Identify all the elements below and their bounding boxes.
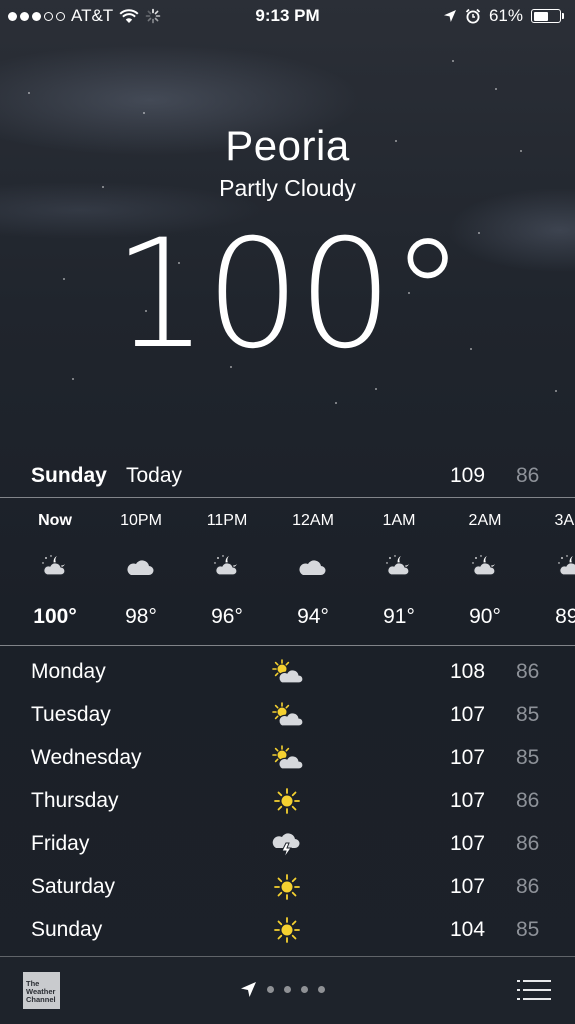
partly-sunny-icon (272, 702, 304, 727)
partly-sunny-icon (272, 745, 304, 770)
city-name: Peoria (225, 122, 350, 169)
partly-cloudy-night-icon (472, 555, 496, 576)
hour-time: Now (38, 512, 72, 529)
sunny-icon (274, 874, 300, 900)
cloudy-icon (127, 560, 154, 575)
today-high: 109 (450, 464, 486, 487)
day-name: Thursday (31, 789, 119, 812)
partly-cloudy-night-icon (386, 555, 410, 576)
current-condition: Partly Cloudy (219, 175, 356, 201)
logo-line: Channel (26, 995, 56, 1004)
hour-time: 2AM (468, 512, 502, 529)
day-high: 104 (450, 918, 486, 941)
day-low: 85 (516, 746, 540, 769)
page-dot (284, 986, 291, 993)
hour-temp: 91° (383, 605, 415, 628)
daily-row: Saturday 107 86 (0, 865, 575, 908)
hour-time: 12AM (292, 512, 334, 529)
hourly-forecast-strip[interactable]: Now 100° 10PM 98° 11PM 96° 12AM 94° 1AM (0, 498, 575, 644)
day-high: 108 (450, 660, 486, 683)
day-low: 86 (516, 875, 540, 898)
current-temperature: 100° (112, 208, 465, 382)
day-low: 86 (516, 660, 540, 683)
cloudy-icon (299, 560, 326, 575)
battery-icon (531, 9, 564, 23)
day-low: 85 (516, 918, 540, 941)
hour-time: 10PM (120, 512, 162, 529)
hour-time: 3AM (554, 512, 575, 529)
page-dot (318, 986, 325, 993)
sunny-icon (274, 788, 300, 814)
day-name: Wednesday (31, 746, 142, 769)
daily-row: Thursday 107 86 (0, 779, 575, 822)
daily-row: Tuesday 107 85 (0, 693, 575, 736)
hour-temp: 94° (297, 605, 329, 628)
today-label: Today (126, 464, 183, 487)
status-bar: AT&T 9:13 PM 61% (0, 0, 575, 34)
day-name: Friday (31, 832, 90, 855)
hour-time: 1AM (382, 512, 416, 529)
partly-cloudy-night-icon (42, 555, 66, 576)
partly-cloudy-night-icon (214, 555, 238, 576)
day-high: 107 (450, 832, 486, 855)
divider (0, 645, 575, 646)
hour-temp: 96° (211, 605, 243, 628)
daily-row: Monday 108 86 (0, 650, 575, 693)
day-name: Tuesday (31, 703, 111, 726)
day-low: 86 (516, 832, 540, 855)
location-arrow-icon (241, 982, 256, 997)
day-low: 85 (516, 703, 540, 726)
day-high: 107 (450, 746, 486, 769)
partly-sunny-icon (272, 659, 304, 684)
hour-time: 11PM (206, 512, 248, 529)
daily-row: Friday 107 86 (0, 822, 575, 865)
weather-channel-logo[interactable]: The Weather Channel (23, 972, 60, 1009)
day-name: Monday (31, 660, 106, 683)
partly-cloudy-night-icon (558, 555, 575, 576)
daily-row: Sunday 104 85 (0, 908, 575, 951)
day-low: 86 (516, 789, 540, 812)
page-dot (301, 986, 308, 993)
today-low: 86 (516, 464, 540, 487)
day-name: Saturday (31, 875, 116, 898)
day-high: 107 (450, 703, 486, 726)
today-summary-row: Sunday Today 109 86 (0, 458, 575, 496)
day-high: 107 (450, 875, 486, 898)
day-high: 107 (450, 789, 486, 812)
hour-temp: 100° (33, 605, 77, 628)
page-indicator[interactable] (240, 981, 325, 998)
bottom-toolbar: The Weather Channel (0, 957, 575, 1024)
list-icon[interactable] (517, 978, 551, 1002)
battery-percent: 61% (488, 6, 523, 25)
today-day-name: Sunday (31, 464, 107, 487)
hour-temp: 89° (555, 605, 575, 628)
day-name: Sunday (31, 918, 103, 941)
page-dot (267, 986, 274, 993)
hour-temp: 90° (469, 605, 501, 628)
thunderstorm-icon (272, 833, 300, 859)
location-services-icon (443, 10, 456, 22)
alarm-icon (465, 8, 481, 24)
daily-row: Wednesday 107 85 (0, 736, 575, 779)
hour-temp: 98° (125, 605, 157, 628)
sunny-icon (274, 917, 300, 943)
